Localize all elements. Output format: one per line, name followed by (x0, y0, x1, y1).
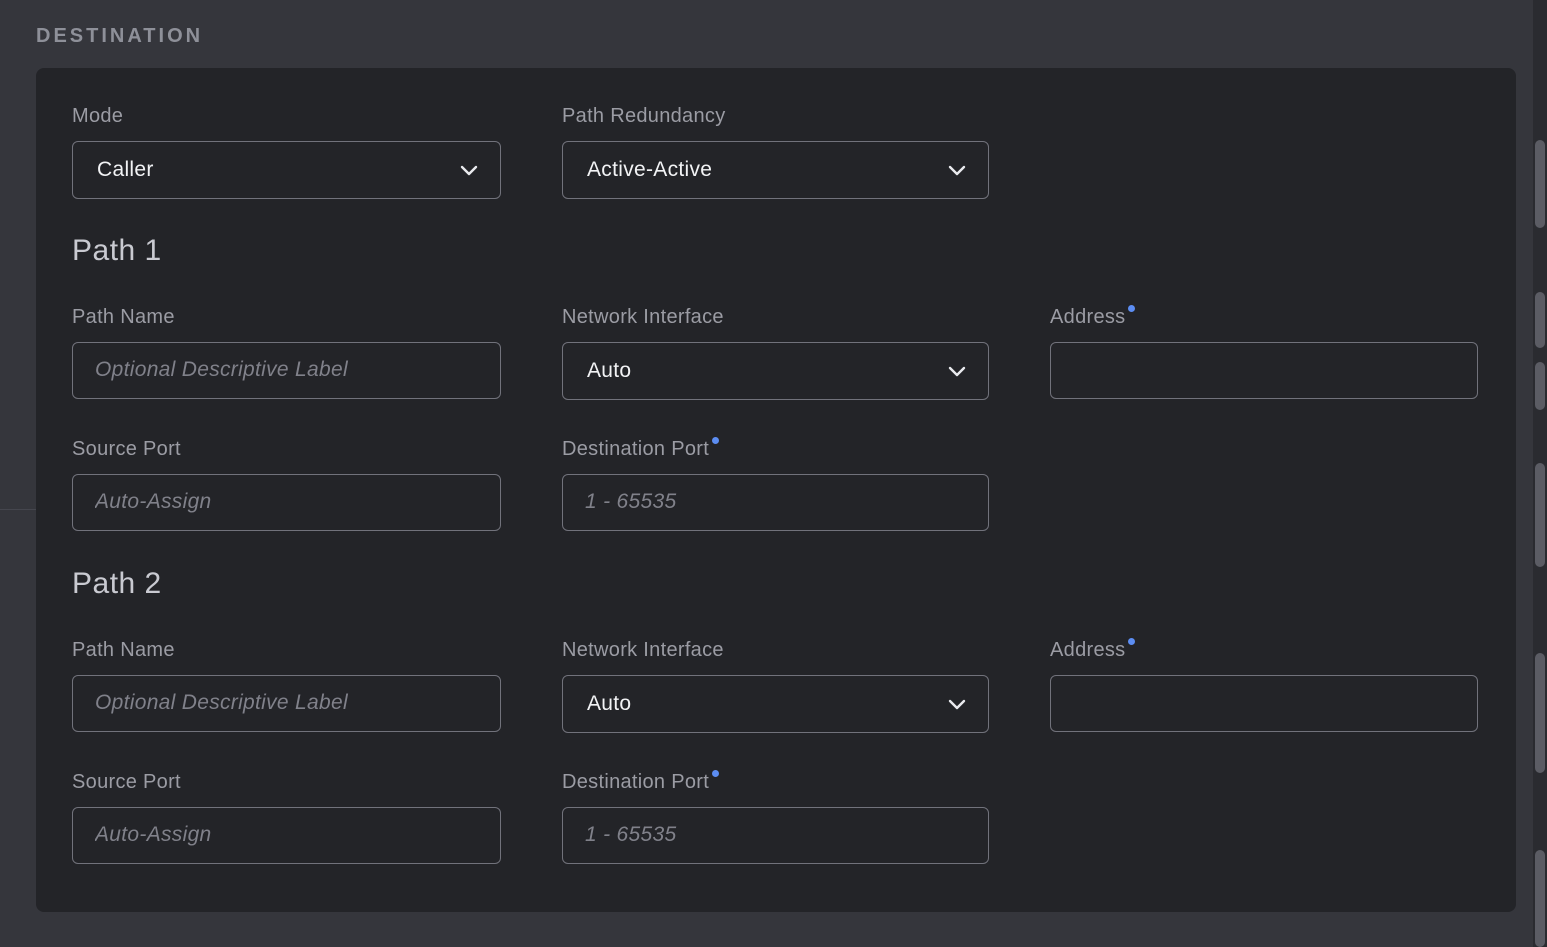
path1-network-interface-label: Network Interface (562, 306, 989, 328)
path1-network-interface-field: Network Interface Auto (562, 306, 989, 400)
background-seam (0, 509, 36, 510)
path1-address-label: Address (1050, 306, 1478, 328)
path1-address-field: Address (1050, 306, 1478, 399)
path2-source-port-field: Source Port (72, 771, 501, 864)
path2-network-interface-label: Network Interface (562, 639, 989, 661)
path2-destination-port-input[interactable] (562, 807, 989, 864)
chevron-down-icon (948, 366, 966, 377)
required-dot (712, 437, 719, 444)
path-redundancy-select[interactable]: Active-Active (562, 141, 989, 199)
path1-source-port-field: Source Port (72, 438, 501, 531)
path-redundancy-select-value: Active-Active (587, 158, 712, 182)
path1-source-port-input[interactable] (72, 474, 501, 531)
path-redundancy-label: Path Redundancy (562, 105, 989, 127)
chevron-down-icon (948, 165, 966, 176)
path1-name-label: Path Name (72, 306, 501, 328)
destination-settings-card: Mode Caller Path Redundancy Active-Activ… (36, 68, 1516, 912)
path1-name-input[interactable] (72, 342, 501, 399)
path1-destination-port-input[interactable] (562, 474, 989, 531)
path2-address-input[interactable] (1050, 675, 1478, 732)
path1-destination-port-label: Destination Port (562, 438, 989, 460)
path2-destination-port-field: Destination Port (562, 771, 989, 864)
required-dot (712, 770, 719, 777)
scrollbar-thumb[interactable] (1535, 362, 1545, 410)
scrollbar-thumb[interactable] (1535, 463, 1545, 567)
mode-field: Mode Caller (72, 105, 501, 199)
scrollbar-track[interactable] (1533, 0, 1547, 947)
path2-name-field: Path Name (72, 639, 501, 732)
path-redundancy-field: Path Redundancy Active-Active (562, 105, 989, 199)
chevron-down-icon (460, 165, 478, 176)
scrollbar-thumb[interactable] (1535, 653, 1545, 773)
scrollbar-thumb[interactable] (1535, 850, 1545, 947)
path2-name-input[interactable] (72, 675, 501, 732)
required-dot (1128, 305, 1135, 312)
path1-address-input[interactable] (1050, 342, 1478, 399)
section-title: DESTINATION (36, 24, 203, 48)
path1-destination-port-field: Destination Port (562, 438, 989, 531)
path1-name-field: Path Name (72, 306, 501, 399)
path1-network-interface-select[interactable]: Auto (562, 342, 989, 400)
mode-select-value: Caller (97, 158, 154, 182)
path2-network-interface-field: Network Interface Auto (562, 639, 989, 733)
path2-source-port-label: Source Port (72, 771, 501, 793)
path1-network-interface-select-value: Auto (587, 359, 631, 383)
path2-source-port-input[interactable] (72, 807, 501, 864)
required-dot (1128, 638, 1135, 645)
path2-heading: Path 2 (72, 567, 162, 601)
path2-network-interface-select[interactable]: Auto (562, 675, 989, 733)
mode-label: Mode (72, 105, 501, 127)
chevron-down-icon (948, 699, 966, 710)
path1-source-port-label: Source Port (72, 438, 501, 460)
scrollbar-thumb[interactable] (1535, 292, 1545, 348)
path2-network-interface-select-value: Auto (587, 692, 631, 716)
mode-select[interactable]: Caller (72, 141, 501, 199)
path1-heading: Path 1 (72, 234, 162, 268)
scrollbar-thumb[interactable] (1535, 140, 1545, 228)
path2-address-label: Address (1050, 639, 1478, 661)
path2-address-field: Address (1050, 639, 1478, 732)
path2-destination-port-label: Destination Port (562, 771, 989, 793)
path2-name-label: Path Name (72, 639, 501, 661)
